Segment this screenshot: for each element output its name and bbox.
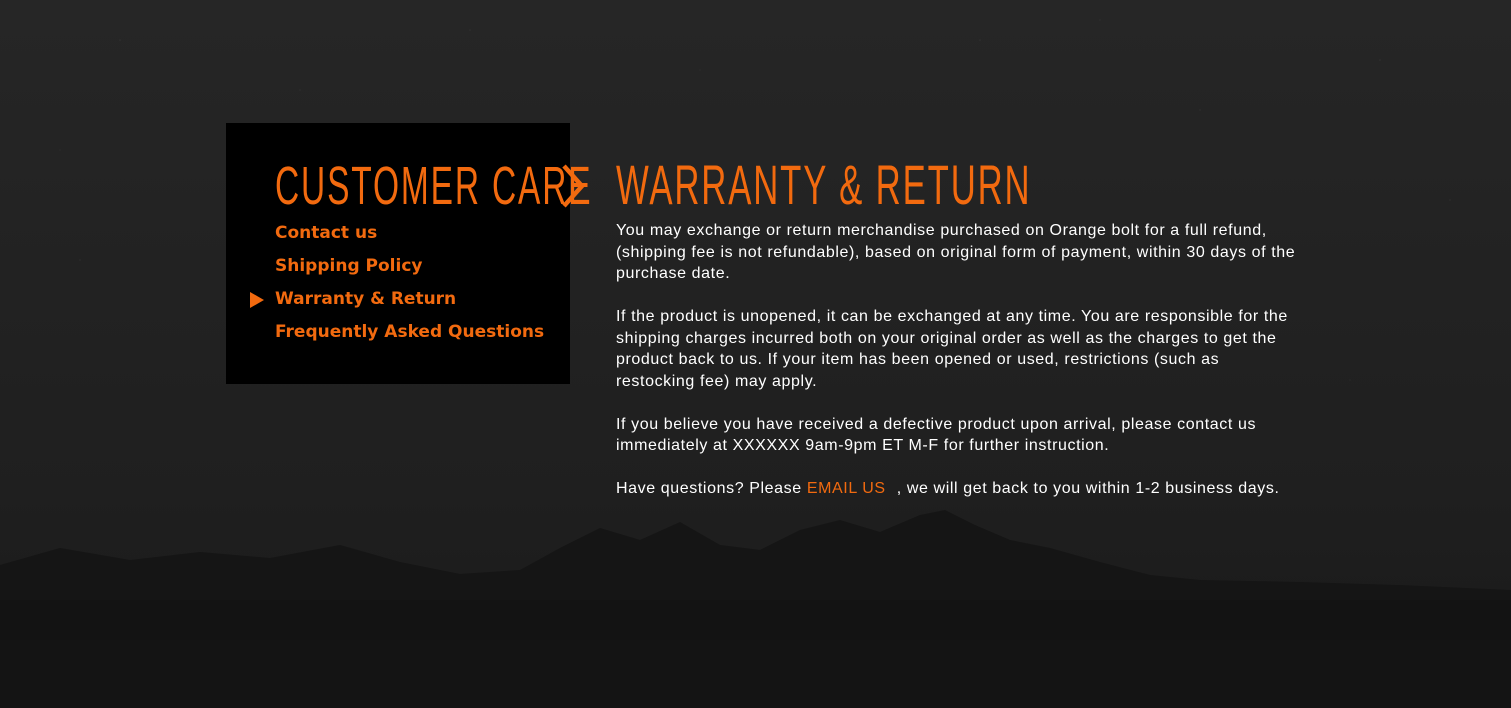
text-line: shipping charges incurred both on your o… bbox=[616, 329, 1277, 347]
warranty-content: You may exchange or return merchandise p… bbox=[616, 220, 1316, 521]
paragraph-exchange: If the product is unopened, it can be ex… bbox=[616, 306, 1316, 392]
nav-item-label: Frequently Asked Questions bbox=[275, 322, 545, 342]
text-line: If the product is unopened, it can be ex… bbox=[616, 308, 1288, 325]
paragraph-refund: You may exchange or return merchandise p… bbox=[616, 220, 1316, 285]
page-title: WARRANTY & RETURN bbox=[616, 153, 1032, 216]
text-line: immediately at XXXXXX 9am-9pm ET M-F for… bbox=[616, 437, 1110, 454]
nav-item-label: Contact us bbox=[275, 223, 378, 243]
paragraph-questions: Have questions? Please EMAIL US , we wil… bbox=[616, 478, 1316, 500]
nav-item-faq[interactable]: Frequently Asked Questions bbox=[275, 319, 544, 352]
text-segment: Have questions? Please bbox=[616, 480, 807, 497]
text-line: restocking fee) may apply. bbox=[616, 372, 818, 390]
nav-item-label: Shipping Policy bbox=[275, 256, 423, 276]
text-line: product back to us. If your item has bee… bbox=[616, 351, 1220, 368]
text-line: (shipping fee is not refundable), based … bbox=[616, 243, 1296, 261]
chevron-right-icon bbox=[562, 164, 586, 208]
nav-item-label: Warranty & Return bbox=[275, 289, 457, 309]
nav-item-warranty-return[interactable]: Warranty & Return bbox=[250, 286, 544, 319]
nav-item-contact-us[interactable]: Contact us bbox=[275, 220, 544, 253]
nav-item-shipping-policy[interactable]: Shipping Policy bbox=[275, 253, 544, 286]
customer-care-sidebar: CUSTOMER CARE Contact us Shipping Policy… bbox=[226, 123, 591, 384]
triangle-right-icon bbox=[250, 292, 264, 308]
paragraph-defective: If you believe you have received a defec… bbox=[616, 414, 1316, 457]
email-us-link[interactable]: EMAIL US bbox=[807, 480, 886, 497]
text-line: purchase date. bbox=[616, 265, 731, 282]
text-line: You may exchange or return merchandise p… bbox=[616, 222, 1267, 239]
text-line: If you believe you have received a defec… bbox=[616, 415, 1257, 433]
customer-care-nav: Contact us Shipping Policy Warranty & Re… bbox=[250, 220, 544, 352]
sidebar-title: CUSTOMER CARE bbox=[275, 156, 593, 216]
text-segment: , we will get back to you within 1-2 bus… bbox=[891, 480, 1280, 497]
